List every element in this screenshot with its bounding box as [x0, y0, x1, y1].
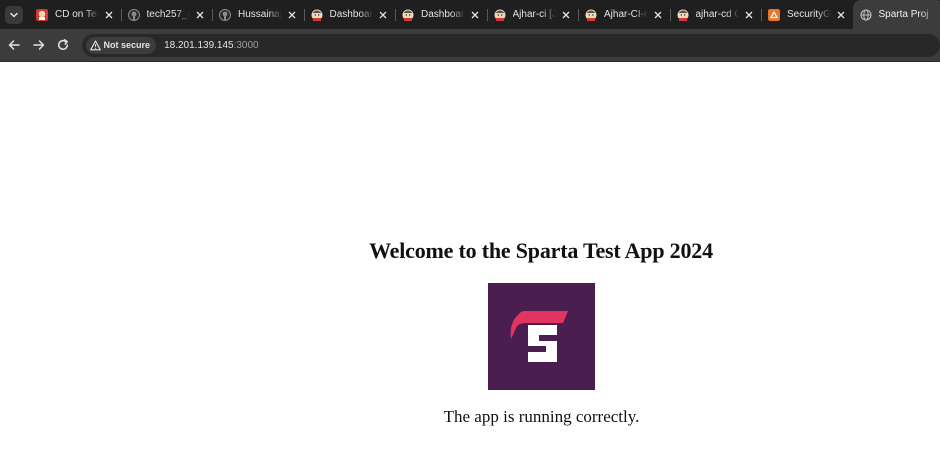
- jenkins-icon: [585, 9, 597, 21]
- tab-title: Dashboard: [329, 9, 374, 20]
- tab-dashboard-2[interactable]: Dashboard: [395, 0, 487, 29]
- back-button[interactable]: [4, 34, 25, 56]
- sparta-logo: [488, 283, 595, 390]
- chevron-down-icon: [10, 12, 18, 18]
- reload-button[interactable]: [53, 34, 74, 56]
- jenkins-icon: [311, 9, 323, 21]
- tab-title: Dashboard: [421, 9, 465, 20]
- close-icon[interactable]: [194, 9, 206, 21]
- tab-ajhar-cd[interactable]: ajhar-cd C: [669, 0, 762, 29]
- tab-title: Hussainajh: [238, 9, 282, 20]
- status-message: The app is running correctly.: [443, 407, 640, 426]
- close-icon[interactable]: [835, 9, 847, 21]
- globe-icon: [859, 8, 872, 21]
- tab-title: tech257_ci: [146, 9, 191, 20]
- tab-ajhar-ci-m[interactable]: Ajhar-CI-m: [578, 0, 670, 29]
- tab-security-groups[interactable]: SecurityGro: [761, 0, 853, 29]
- close-icon[interactable]: [560, 9, 572, 21]
- close-icon[interactable]: [103, 9, 115, 21]
- github-icon: [219, 8, 231, 21]
- close-icon[interactable]: [286, 9, 298, 21]
- tab-title: Ajhar-ci [Je: [512, 9, 557, 20]
- url-text[interactable]: 18.201.139.145:3000: [164, 40, 259, 51]
- close-icon[interactable]: [377, 9, 389, 21]
- close-icon[interactable]: [469, 9, 481, 21]
- tab-ajhar-ci[interactable]: Ajhar-ci [Je: [486, 0, 579, 29]
- arrow-right-icon: [33, 40, 45, 50]
- tab-title: Sparta Proj: [878, 9, 929, 20]
- jenkins-icon: [36, 8, 48, 21]
- jenkins-icon: [494, 9, 506, 21]
- security-indicator[interactable]: Not secure: [85, 36, 157, 54]
- reload-icon: [58, 39, 69, 51]
- sparta-s-logo-icon: [510, 311, 568, 362]
- tab-strip: CD on Tech tech257_ci Hussainajh Dashboa…: [0, 0, 940, 29]
- tab-search-button[interactable]: [5, 6, 23, 24]
- url-host: 18.201.139.145: [164, 39, 234, 51]
- tab-sparta-project[interactable]: Sparta Proj: [852, 0, 940, 29]
- address-bar[interactable]: Not secure 18.201.139.145:3000: [81, 33, 940, 57]
- tab-cd-on-tech[interactable]: CD on Tech: [29, 0, 121, 29]
- aws-icon: [768, 8, 780, 21]
- close-icon[interactable]: [652, 9, 664, 21]
- browser-toolbar: Not secure 18.201.139.145:3000: [0, 29, 940, 62]
- github-icon: [127, 8, 140, 21]
- warning-icon: [89, 39, 101, 50]
- tab-title: Ajhar-CI-m: [604, 9, 648, 20]
- jenkins-icon: [677, 9, 689, 21]
- url-port: :3000: [233, 39, 259, 51]
- tab-title: CD on Tech: [55, 9, 99, 20]
- tab-tech257-ci[interactable]: tech257_ci: [120, 0, 213, 29]
- security-label: Not secure: [103, 40, 151, 50]
- page-content: Welcome to the Sparta Test App 2024 The …: [0, 62, 940, 474]
- tab-list: CD on Tech tech257_ci Hussainajh Dashboa…: [29, 0, 940, 29]
- tab-hussainajh[interactable]: Hussainajh: [212, 0, 304, 29]
- close-icon[interactable]: [743, 9, 755, 21]
- arrow-left-icon: [9, 40, 20, 50]
- jenkins-icon: [402, 9, 414, 21]
- tab-title: SecurityGro: [787, 9, 831, 20]
- forward-button[interactable]: [29, 34, 50, 56]
- tab-dashboard-1[interactable]: Dashboard: [303, 0, 396, 29]
- tab-title: ajhar-cd C: [695, 9, 740, 20]
- page-heading: Welcome to the Sparta Test App 2024: [369, 238, 713, 263]
